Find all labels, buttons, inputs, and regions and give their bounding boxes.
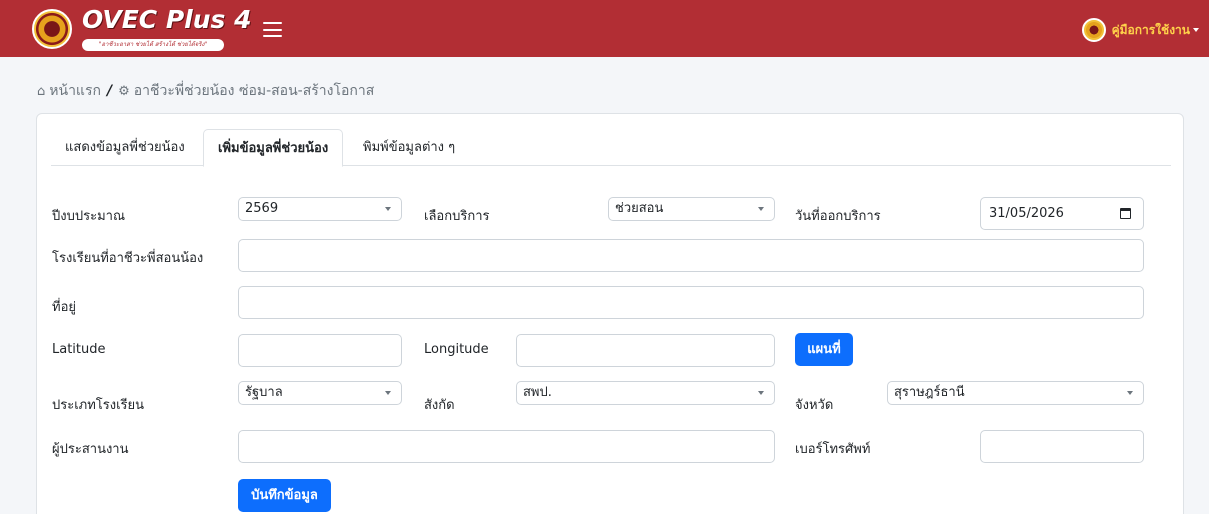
gear-icon: ⚙ bbox=[118, 83, 130, 99]
longitude-input[interactable] bbox=[516, 334, 775, 367]
service-date-input[interactable]: 31/05/2026 bbox=[980, 197, 1144, 230]
caret-down-icon bbox=[1193, 28, 1199, 32]
breadcrumb-current: อาชีวะพี่ช่วยน้อง ซ่อม-สอน-สร้างโอกาส bbox=[133, 83, 375, 99]
hamburger-icon[interactable] bbox=[263, 22, 282, 37]
province-value: สุราษฎร์ธานี bbox=[894, 385, 965, 400]
user-manual-label: คู่มือการใช้งาน bbox=[1111, 22, 1190, 37]
province-label: จังหวัด bbox=[795, 398, 834, 413]
calendar-icon[interactable] bbox=[1120, 208, 1131, 219]
school-type-label: ประเภทโรงเรียน bbox=[52, 398, 145, 413]
service-date-label: วันที่ออกบริการ bbox=[795, 209, 881, 224]
phone-input[interactable] bbox=[980, 430, 1144, 463]
service-select[interactable]: ช่วยสอน bbox=[608, 197, 775, 221]
chevron-down-icon bbox=[758, 391, 764, 395]
school-label: โรงเรียนที่อาชีวะพี่สอนน้อง bbox=[52, 251, 204, 266]
top-navbar: OVEC Plus 4 "อาชีวะอาสา ช่วยได้ สร้างได้… bbox=[0, 0, 1209, 57]
breadcrumb-home-link[interactable]: หน้าแรก bbox=[49, 80, 101, 102]
chevron-down-icon bbox=[758, 207, 764, 211]
school-type-select[interactable]: รัฐบาล bbox=[238, 381, 402, 405]
chevron-down-icon bbox=[385, 391, 391, 395]
breadcrumb-separator: / bbox=[106, 83, 113, 99]
user-manual-menu[interactable]: คู่มือการใช้งาน bbox=[1081, 18, 1199, 42]
affiliation-value: สพป. bbox=[523, 385, 552, 400]
address-label: ที่อยู่ bbox=[52, 300, 76, 315]
affiliation-label: สังกัด bbox=[424, 398, 455, 413]
tab-show-data[interactable]: แสดงข้อมูลพี่ช่วยน้อง bbox=[51, 129, 199, 166]
chevron-down-icon bbox=[385, 207, 391, 211]
school-type-value: รัฐบาล bbox=[245, 385, 283, 400]
province-select[interactable]: สุราษฎร์ธานี bbox=[887, 381, 1144, 405]
address-input[interactable] bbox=[238, 286, 1144, 319]
logo-tagline: "อาชีวะอาสา ช่วยได้ สร้างได้ ช่วยได้จริง… bbox=[82, 39, 224, 51]
affiliation-select[interactable]: สพป. bbox=[516, 381, 775, 405]
latitude-label: Latitude bbox=[52, 342, 106, 357]
home-icon: ⌂ bbox=[37, 83, 46, 99]
service-date-value: 31/05/2026 bbox=[989, 206, 1064, 221]
seal-avatar-icon bbox=[1081, 18, 1106, 42]
ovec-plus-logo[interactable]: OVEC Plus 4 "อาชีวะอาสา ช่วยได้ สร้างได้… bbox=[32, 5, 252, 53]
service-value: ช่วยสอน bbox=[615, 201, 664, 216]
tab-print-data[interactable]: พิมพ์ข้อมูลต่าง ๆ bbox=[349, 129, 469, 166]
fiscal-year-value: 2569 bbox=[245, 201, 279, 216]
logo-title: OVEC Plus 4 bbox=[82, 5, 252, 34]
coordinator-input[interactable] bbox=[238, 430, 775, 463]
tab-add-data[interactable]: เพิ่มข้อมูลพี่ช่วยน้อง bbox=[203, 129, 344, 167]
tab-bar: แสดงข้อมูลพี่ช่วยน้อง เพิ่มข้อมูลพี่ช่วย… bbox=[51, 129, 1171, 167]
latitude-input[interactable] bbox=[238, 334, 402, 367]
school-input[interactable] bbox=[238, 239, 1144, 272]
service-label: เลือกบริการ bbox=[424, 209, 490, 224]
phone-label: เบอร์โทรศัพท์ bbox=[795, 442, 871, 457]
fiscal-year-select[interactable]: 2569 bbox=[238, 197, 402, 221]
breadcrumb: ⌂ หน้าแรก / ⚙ อาชีวะพี่ช่วยน้อง ซ่อม-สอน… bbox=[37, 80, 374, 102]
map-button[interactable]: แผนที่ bbox=[795, 333, 853, 366]
save-button[interactable]: บันทึกข้อมูล bbox=[238, 479, 331, 512]
fiscal-year-label: ปีงบประมาณ bbox=[52, 209, 125, 224]
seal-logo-icon bbox=[32, 9, 72, 49]
longitude-label: Longitude bbox=[424, 342, 489, 357]
coordinator-label: ผู้ประสานงาน bbox=[52, 442, 129, 457]
chevron-down-icon bbox=[1127, 391, 1133, 395]
